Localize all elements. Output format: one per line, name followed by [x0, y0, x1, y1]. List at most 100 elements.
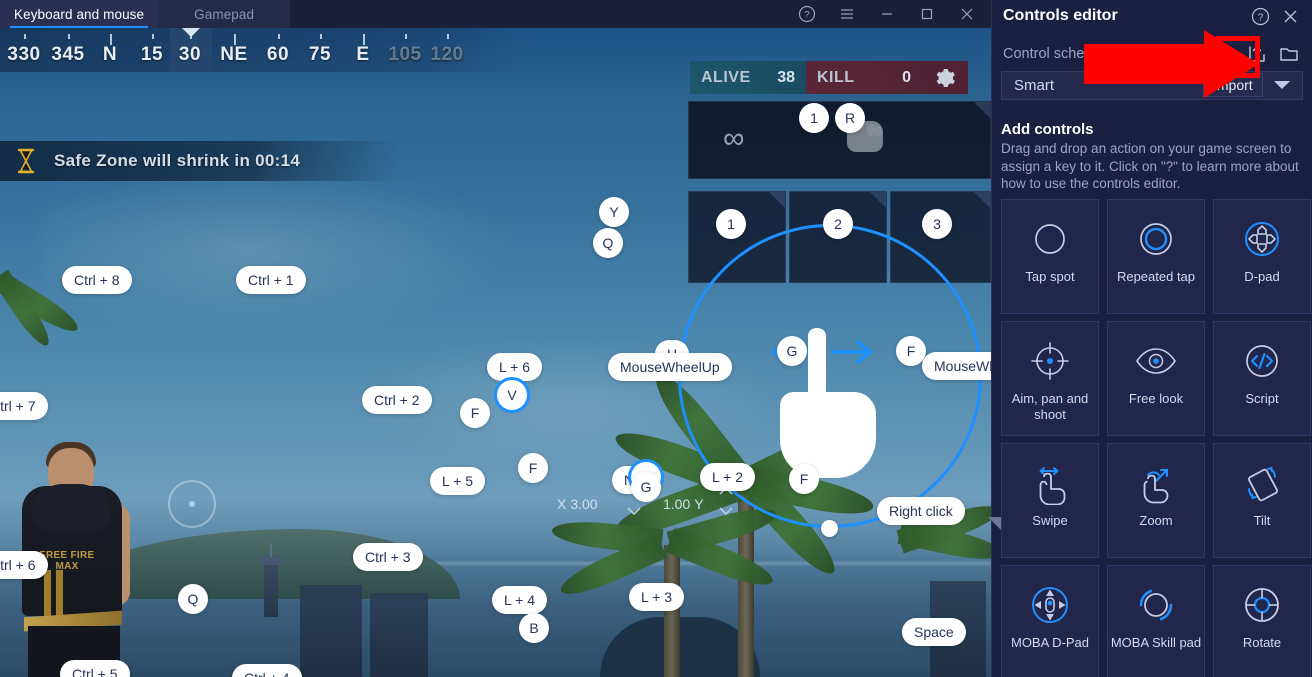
close-icon[interactable] — [1276, 2, 1304, 30]
key-binding-bubble[interactable]: Ctrl + 5 — [60, 660, 130, 677]
sensitivity-y-stepper[interactable] — [719, 487, 733, 515]
controls-editor-header-icons: ? — [1246, 2, 1312, 30]
key-binding-label: L + 6 — [499, 359, 531, 375]
key-binding-bubble[interactable]: Q — [593, 228, 623, 258]
swipe-icon — [1027, 460, 1073, 506]
safe-zone-banner: Safe Zone will shrink in 00:14 — [0, 141, 400, 181]
control-tile-moba-skill-pad[interactable]: MOBA Skill pad — [1107, 565, 1205, 677]
compass-label: 120 — [430, 44, 464, 65]
chevron-down-icon — [719, 507, 733, 515]
key-binding-bubble[interactable]: B — [519, 613, 549, 643]
help-icon[interactable]: ? — [787, 0, 827, 28]
compass-label: 345 — [51, 44, 85, 65]
add-controls-grid: Tap spot Repeated tap D-pad Aim, pan and sh… — [1001, 199, 1312, 677]
key-binding-bubble[interactable]: Ctrl + 6 — [0, 551, 48, 579]
key-binding-label: 2 — [834, 216, 842, 232]
key-binding-bubble[interactable]: Ctrl + 3 — [353, 543, 423, 571]
key-binding-bubble[interactable]: Ctrl + 2 — [362, 386, 432, 414]
alive-value: 38 — [777, 68, 795, 86]
control-tile-repeated-tap[interactable]: Repeated tap — [1107, 199, 1205, 314]
key-binding-bubble[interactable]: MouseWheelDown — [922, 352, 991, 380]
control-tile-aim-pan-and-shoot[interactable]: Aim, pan and shoot — [1001, 321, 1099, 436]
key-binding-bubble[interactable]: Right click — [877, 497, 965, 525]
control-tile-moba-d-pad[interactable]: MOBA D-Pad — [1001, 565, 1099, 677]
key-binding-bubble[interactable]: Q — [178, 584, 208, 614]
add-controls-title: Add controls — [1001, 121, 1094, 138]
tab-gamepad[interactable]: Gamepad — [158, 0, 291, 28]
key-binding-bubble[interactable]: L + 3 — [629, 583, 685, 611]
key-binding-bubble[interactable]: F — [789, 464, 819, 494]
key-binding-bubble[interactable]: L + 4 — [492, 586, 548, 614]
key-binding-label: MouseWheelUp — [620, 359, 720, 375]
maximize-button[interactable] — [907, 0, 947, 28]
key-binding-bubble[interactable]: Space — [902, 618, 966, 646]
key-binding-bubble[interactable]: MouseWheelUp — [608, 353, 732, 381]
aim-handle-bottom[interactable] — [821, 520, 838, 537]
slot-corner-decoration — [974, 192, 990, 208]
compass-label: 15 — [140, 44, 164, 65]
key-binding-bubble[interactable]: L + 6 — [487, 353, 543, 381]
titlebar-spacer — [290, 0, 787, 28]
aim-pan-shoot-icon — [1027, 338, 1073, 384]
gear-icon[interactable] — [922, 61, 968, 94]
control-tile-free-look[interactable]: Free look — [1107, 321, 1205, 436]
radio-tower-antenna — [270, 543, 272, 557]
key-binding-bubble[interactable]: Ctrl + 1 — [236, 266, 306, 294]
key-binding-label: L + 2 — [712, 469, 744, 485]
control-tile-label: MOBA Skill pad — [1110, 635, 1202, 650]
menu-icon[interactable] — [827, 0, 867, 28]
emulator-window: Keyboard and mouse Gamepad ? FREE FIRE M… — [0, 0, 991, 677]
key-binding-label: Ctrl + 2 — [374, 392, 420, 408]
key-binding-bubble[interactable]: Ctrl + 4 — [232, 664, 302, 677]
key-binding-bubble[interactable]: 2 — [823, 209, 853, 239]
panel-resize-handle[interactable] — [988, 517, 1001, 530]
tab-keyboard-and-mouse[interactable]: Keyboard and mouse — [0, 0, 159, 28]
control-tile-zoom[interactable]: Zoom — [1107, 443, 1205, 558]
game-screen[interactable]: FREE FIRE MAX 330 345 N 15 30 NE 60 75 E… — [0, 28, 991, 677]
control-tile-tap-spot[interactable]: Tap spot — [1001, 199, 1099, 314]
radio-tower — [264, 561, 278, 617]
help-circle-icon[interactable]: ? — [1246, 2, 1274, 30]
kill-label: KILL — [817, 68, 855, 86]
key-binding-label: F — [906, 343, 916, 359]
key-binding-bubble[interactable]: 1 — [799, 103, 829, 133]
control-tile-tilt[interactable]: Tilt — [1213, 443, 1311, 558]
key-binding-bubble[interactable]: Ctrl + 7 — [0, 392, 48, 420]
control-tile-rotate[interactable]: Rotate — [1213, 565, 1311, 677]
control-tile-label: Repeated tap — [1116, 269, 1196, 284]
sensitivity-x[interactable]: X 3.00 — [557, 496, 598, 512]
key-binding-bubble[interactable]: L + 5 — [430, 467, 486, 495]
control-tile-label: Zoom — [1139, 513, 1173, 528]
key-binding-label: Ctrl + 7 — [0, 398, 36, 414]
key-binding-bubble[interactable]: F — [460, 398, 490, 428]
control-tile-label: Free look — [1128, 391, 1184, 406]
minimize-button[interactable] — [867, 0, 907, 28]
key-binding-bubble[interactable]: L + 2 — [700, 463, 756, 491]
control-tile-label: MOBA D-Pad — [1010, 635, 1090, 650]
key-binding-bubble[interactable]: F — [518, 453, 548, 483]
close-button[interactable] — [947, 0, 987, 28]
key-binding-bubble[interactable]: Ctrl + 8 — [62, 266, 132, 294]
key-binding-bubble[interactable]: 1 — [716, 209, 746, 239]
free-look-icon — [1133, 338, 1179, 384]
compass-label: 105 — [388, 44, 422, 65]
script-icon — [1239, 338, 1285, 384]
sensitivity-y-label: Y — [694, 496, 704, 512]
key-binding-label: F — [528, 460, 538, 476]
key-binding-bubble[interactable]: R — [835, 103, 865, 133]
control-tile-d-pad[interactable]: D-pad — [1213, 199, 1311, 314]
key-binding-bubble[interactable]: V — [497, 380, 527, 410]
key-binding-bubble[interactable]: G — [631, 472, 661, 502]
moba-skill-pad-icon — [1133, 582, 1179, 628]
app-root: Keyboard and mouse Gamepad ? FREE FIRE M… — [0, 0, 1312, 677]
control-tile-label: D-pad — [1244, 269, 1280, 284]
tilt-icon — [1239, 460, 1285, 506]
key-binding-bubble[interactable]: G — [777, 336, 807, 366]
control-tile-swipe[interactable]: Swipe — [1001, 443, 1099, 558]
compass-label: NE — [220, 44, 248, 65]
key-binding-bubble[interactable]: Y — [599, 197, 629, 227]
control-tile-script[interactable]: Script — [1213, 321, 1311, 436]
key-binding-label: Y — [609, 204, 619, 220]
key-binding-bubble[interactable]: 3 — [922, 209, 952, 239]
sensitivity-y[interactable]: 1.00 Y — [663, 496, 704, 512]
